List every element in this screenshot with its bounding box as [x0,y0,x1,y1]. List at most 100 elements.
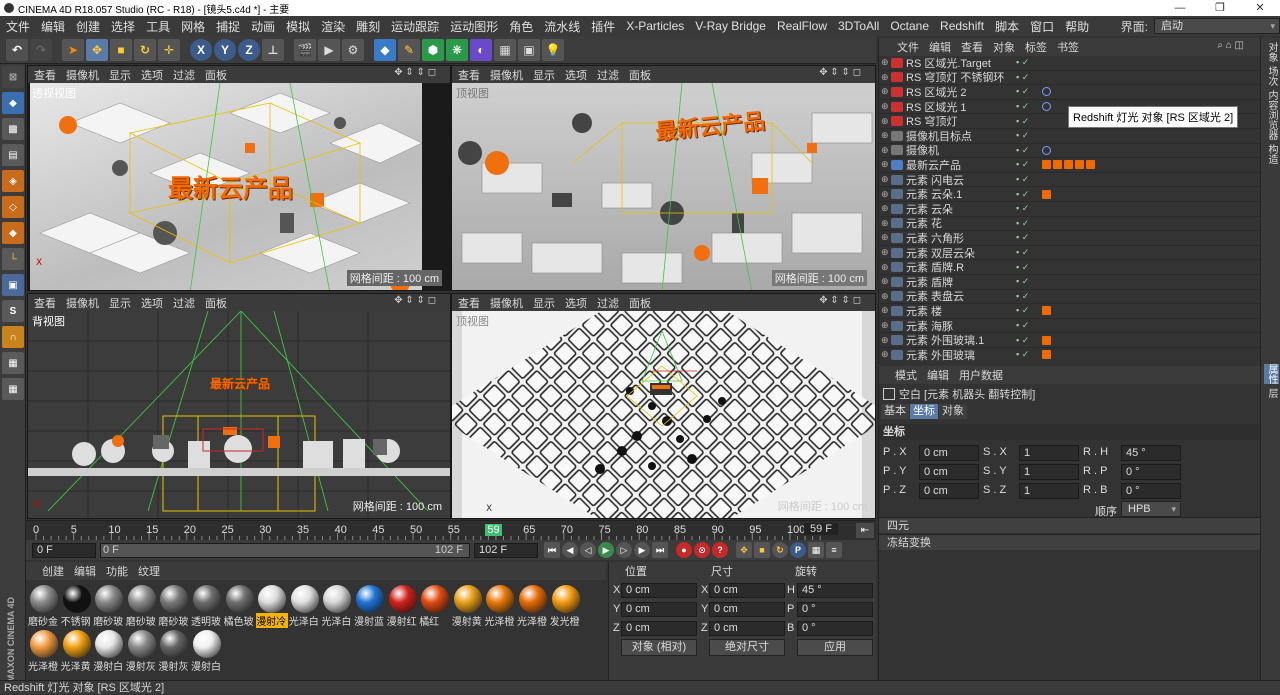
visibility-flags-icon[interactable]: ▪ ✓ [1016,305,1029,316]
material-swatch[interactable]: 橘红 [419,584,451,628]
close-button[interactable]: ✕ [1240,0,1280,16]
material-swatch[interactable]: 光泽黄 [61,629,93,673]
menu-animate[interactable]: 动画 [251,18,275,35]
material-swatch[interactable]: 磨砂玻 [126,584,158,628]
object-name[interactable]: 元素 外围玻璃.1 [906,332,1026,348]
magnet-icon[interactable]: ∩ [2,326,24,348]
timeline-expand-icon[interactable]: ⇤ [856,523,874,538]
vp-menu-camera[interactable]: 摄像机 [490,67,523,83]
viewport-top[interactable]: 查看 摄像机 显示 选项 过滤 面板 ✥ ⇕ ⇕ ◻ X 顶视图 网格间距 : … [451,293,876,519]
attr-order-select[interactable]: HPB [1121,501,1181,517]
goto-end-icon[interactable]: ⏭ [652,542,668,558]
expand-icon[interactable]: ⊕ [881,57,891,68]
expand-icon[interactable]: ⊕ [881,101,891,112]
key-rotation-icon[interactable]: ↻ [772,542,788,558]
menu-pipeline[interactable]: 流水线 [544,18,580,35]
coord-size-x[interactable]: 0 cm [709,583,785,598]
vp-menu-panel[interactable]: 面板 [629,295,651,311]
obj-menu-tags[interactable]: 标签 [1025,39,1047,55]
visibility-flags-icon[interactable]: ▪ ✓ [1016,232,1029,243]
expand-icon[interactable]: ⊕ [881,159,891,170]
object-name[interactable]: 元素 楼 [906,303,1026,319]
object-row[interactable]: ⊕ RS 区域光.Target ▪ ✓ [879,56,1260,71]
menu-character[interactable]: 角色 [509,18,533,35]
material-swatch[interactable]: 磨砂玻 [158,584,190,628]
vp-menu-filter[interactable]: 过滤 [597,67,619,83]
snap-icon[interactable]: S [2,300,24,322]
material-tag-icon[interactable] [1086,160,1095,170]
material-swatch[interactable]: 光泽橙 [517,584,549,628]
object-row[interactable]: ⊕ 元素 云朵.1 ▪ ✓ [879,187,1260,202]
dock-tab-content-browser[interactable]: 内容浏览器 [1264,90,1279,140]
menu-file[interactable]: 文件 [6,18,30,35]
viewport-canvas[interactable]: X 顶视图 网格间距 : 100 cm [452,311,875,518]
attr-section-quaternion[interactable]: 四元 [879,517,1261,533]
expand-icon[interactable]: ⊕ [881,276,891,287]
object-name[interactable]: 元素 花 [906,215,1026,231]
coord-rot-p[interactable]: 0 ° [797,602,873,617]
attr-menu-mode[interactable]: 模式 [895,367,917,383]
object-name[interactable]: 摄像机目标点 [906,128,1026,144]
object-name[interactable]: RS 区域光 1 [906,99,1026,115]
vp-menu-filter[interactable]: 过滤 [597,295,619,311]
coord-rot-h[interactable]: 45 ° [797,583,873,598]
viewport-nav-icons[interactable]: ✥ ⇕ ⇕ ◻ [394,67,436,78]
object-row[interactable]: ⊕ 元素 花 ▪ ✓ [879,217,1260,232]
viewport-top-right[interactable]: 查看 摄像机 显示 选项 过滤 面板 ✥ ⇕ ⇕ ◻ 最新云产品 顶视图 网格间… [451,65,876,291]
vp-menu-options[interactable]: 选项 [565,67,587,83]
material-swatch[interactable]: 漫射白 [191,629,223,673]
obj-menu-file[interactable]: 文件 [897,39,919,55]
menu-3dtoall[interactable]: 3DToAll [838,19,879,33]
play-icon[interactable]: ▶ [598,542,614,558]
key-position-icon[interactable]: ✥ [736,542,752,558]
minimize-button[interactable]: — [1160,0,1200,16]
viewport-nav-icons[interactable]: ✥ ⇕ ⇕ ◻ [819,295,861,306]
visibility-flags-icon[interactable]: ▪ ✓ [1016,335,1029,346]
menu-snap[interactable]: 捕捉 [216,18,240,35]
coord-pos-y[interactable]: 0 cm [621,602,697,617]
material-tag-icon[interactable] [1042,335,1051,345]
object-row[interactable]: ⊕ 元素 六角形 ▪ ✓ [879,231,1260,246]
menu-simulate[interactable]: 模拟 [286,18,310,35]
material-swatch[interactable]: 磨砂金 [28,584,60,628]
vp-menu-filter[interactable]: 过滤 [173,295,195,311]
object-row[interactable]: ⊕ 摄像机目标点 ▪ ✓ [879,129,1260,144]
autokey-icon[interactable]: ⊙ [694,542,710,558]
object-row[interactable]: ⊕ 元素 闪电云 ▪ ✓ [879,173,1260,188]
object-row[interactable]: ⊕ 元素 盾牌 ▪ ✓ [879,275,1260,290]
coord-size-z[interactable]: 0 cm [709,621,785,636]
vp-menu-camera[interactable]: 摄像机 [490,295,523,311]
attr-sz-field[interactable]: 1 [1019,483,1079,499]
menu-motion-tracking[interactable]: 运动跟踪 [391,18,439,35]
material-swatch[interactable]: 透明玻 [191,584,223,628]
menu-realflow[interactable]: RealFlow [777,19,827,33]
material-tag-icon[interactable] [1042,306,1051,316]
viewport-canvas[interactable]: X 最新云产品 透视视图 网格间距 : 100 cm [28,83,450,290]
material-swatch[interactable]: 光泽橙 [484,584,516,628]
keyframe-selection-icon[interactable]: ? [712,542,728,558]
timeline-ruler[interactable]: 0 5 10 15 20 25 30 35 40 45 50 55 59 65 70 75 80 85 90 95 10… [26,520,876,541]
expand-icon[interactable]: ⊕ [881,305,891,316]
pen-spline-icon[interactable]: ✎ [398,38,420,61]
object-name[interactable]: 元素 双层云朵 [906,245,1026,261]
coord-pos-z[interactable]: 0 cm [621,621,697,636]
menu-script[interactable]: 脚本 [995,18,1019,35]
mat-menu-create[interactable]: 创建 [42,563,64,579]
viewport-perspective[interactable]: 查看 摄像机 显示 选项 过滤 面板 ✥ ⇕ ⇕ ◻ X 最新云产品 透视视图 … [27,65,451,291]
visibility-flags-icon[interactable]: ▪ ✓ [1016,145,1029,156]
mat-menu-texture[interactable]: 纹理 [138,563,160,579]
polygons-mode-icon[interactable]: ◆ [2,222,24,244]
vp-menu-panel[interactable]: 面板 [205,67,227,83]
cube-icon[interactable]: ◆ [374,38,396,61]
object-row[interactable]: ⊕ 元素 云朵 ▪ ✓ [879,202,1260,217]
vp-menu-options[interactable]: 选项 [141,295,163,311]
object-search-icons[interactable]: ⌕ ⌂ ◫ [1217,40,1244,51]
material-tag-icon[interactable] [1042,160,1051,170]
expand-icon[interactable]: ⊕ [881,262,891,273]
attr-tab-basic[interactable]: 基本 [881,404,909,419]
menu-octane[interactable]: Octane [890,19,929,33]
viewport-canvas[interactable]: 最新云产品 顶视图 网格间距 : 100 cm [452,83,875,290]
viewport-back[interactable]: 查看 摄像机 显示 选项 过滤 面板 ✥ ⇕ ⇕ ◻ X 最新云产品 背视图 网… [27,293,451,519]
expand-icon[interactable]: ⊕ [881,320,891,331]
obj-menu-bookmarks[interactable]: 书签 [1057,39,1079,55]
